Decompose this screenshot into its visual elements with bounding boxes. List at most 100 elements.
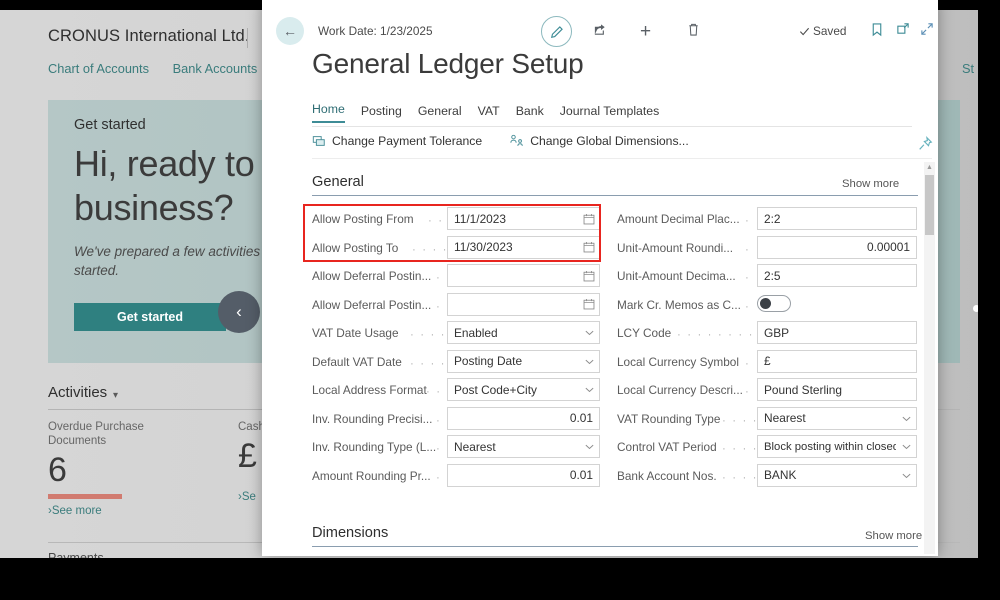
edit-pencil-icon[interactable] bbox=[541, 16, 572, 47]
get-started-button[interactable]: Get started bbox=[74, 303, 226, 331]
field-input[interactable]: 11/30/2023 bbox=[447, 236, 600, 259]
field-local-address-format[interactable]: Local Address Format · · Post Code+City bbox=[312, 377, 600, 406]
nav-link-chart-of-accounts[interactable]: Chart of Accounts bbox=[48, 61, 149, 76]
field-label: Allow Posting To bbox=[312, 241, 398, 255]
field-allow-deferral-posting-to[interactable]: Allow Deferral Postin... · bbox=[312, 292, 600, 321]
bookmark-icon[interactable] bbox=[871, 22, 883, 37]
field-amount-decimal-places[interactable]: Amount Decimal Plac... · 2:2 bbox=[617, 206, 912, 235]
field-input[interactable]: 2:2 bbox=[757, 207, 917, 230]
field-control-vat-period[interactable]: Control VAT Period · · · · Block posting… bbox=[617, 434, 912, 463]
open-in-new-window-icon[interactable] bbox=[896, 22, 910, 36]
field-local-currency-symbol[interactable]: Local Currency Symbol · £ bbox=[617, 349, 912, 378]
delete-trash-icon[interactable] bbox=[687, 22, 700, 37]
field-label: VAT Date Usage bbox=[312, 326, 399, 340]
leader-dots: · bbox=[436, 472, 441, 484]
field-inv-rounding-type-lcy[interactable]: Inv. Rounding Type (L... · Nearest bbox=[312, 434, 600, 463]
tile-see-more-label: Se bbox=[242, 491, 256, 503]
chevron-down-icon[interactable] bbox=[579, 441, 599, 452]
leader-dots: · bbox=[436, 301, 441, 313]
field-input[interactable]: 0.01 bbox=[447, 464, 600, 487]
section-rule-dimensions bbox=[312, 546, 918, 547]
section-show-more-general[interactable]: Show more bbox=[842, 178, 899, 190]
field-select[interactable]: BANK bbox=[757, 464, 917, 487]
dialog-body: ▲ General Show more Allow Posting From ·… bbox=[262, 160, 938, 556]
change-global-dimensions-button[interactable]: Change Global Dimensions... bbox=[510, 134, 689, 148]
change-payment-tolerance-button[interactable]: Change Payment Tolerance bbox=[312, 134, 482, 148]
dialog-tabs[interactable]: Home Posting General VAT Bank Journal Te… bbox=[312, 102, 659, 123]
chevron-down-icon[interactable] bbox=[896, 470, 916, 481]
section-show-more-dimensions[interactable]: Show more bbox=[865, 530, 922, 542]
new-plus-icon[interactable]: + bbox=[640, 22, 651, 41]
field-select[interactable]: Posting Date bbox=[447, 350, 600, 373]
carousel-dots[interactable] bbox=[973, 305, 978, 312]
field-input[interactable]: 2:5 bbox=[757, 264, 917, 287]
field-value: £ bbox=[758, 354, 916, 368]
field-allow-deferral-posting-from[interactable]: Allow Deferral Postin... · bbox=[312, 263, 600, 292]
field-select[interactable]: Post Code+City bbox=[447, 378, 600, 401]
field-label: Unit-Amount Roundi... bbox=[617, 241, 733, 255]
back-arrow-icon[interactable]: ← bbox=[276, 17, 304, 45]
tab-posting[interactable]: Posting bbox=[361, 104, 402, 123]
scrollbar-thumb[interactable] bbox=[925, 175, 934, 235]
field-select[interactable]: Enabled bbox=[447, 321, 600, 344]
field-input[interactable]: 0.01 bbox=[447, 407, 600, 430]
field-default-vat-date[interactable]: Default VAT Date · · · · · · Posting Dat… bbox=[312, 349, 600, 378]
tab-home[interactable]: Home bbox=[312, 102, 345, 123]
chevron-down-icon[interactable] bbox=[579, 356, 599, 367]
share-icon[interactable] bbox=[593, 22, 608, 37]
field-select[interactable]: Nearest bbox=[757, 407, 917, 430]
calendar-icon[interactable] bbox=[579, 298, 599, 310]
field-input[interactable]: 0.00001 bbox=[757, 236, 917, 259]
field-allow-posting-from[interactable]: Allow Posting From · · · · 11/1/2023 bbox=[312, 206, 600, 235]
field-toggle[interactable] bbox=[757, 295, 791, 312]
tab-journal-templates[interactable]: Journal Templates bbox=[560, 104, 660, 123]
field-inv-rounding-precision[interactable]: Inv. Rounding Precisi... · 0.01 bbox=[312, 406, 600, 435]
field-input[interactable]: 11/1/2023 bbox=[447, 207, 600, 230]
field-local-currency-description[interactable]: Local Currency Descri... · Pound Sterlin… bbox=[617, 377, 912, 406]
field-mark-cr-memos-as-corrections[interactable]: Mark Cr. Memos as C... · bbox=[617, 292, 912, 321]
chevron-down-icon[interactable] bbox=[896, 441, 916, 452]
leader-dots: · · bbox=[426, 386, 442, 398]
chevron-down-icon[interactable] bbox=[896, 413, 916, 424]
general-ledger-setup-dialog: ← Work Date: 1/23/2025 + bbox=[262, 0, 938, 556]
field-input[interactable] bbox=[447, 293, 600, 316]
chevron-down-icon[interactable] bbox=[579, 384, 599, 395]
field-input[interactable]: Pound Sterling bbox=[757, 378, 917, 401]
calendar-icon[interactable] bbox=[579, 213, 599, 225]
nav-link-bank-accounts[interactable]: Bank Accounts bbox=[173, 61, 258, 76]
chevron-down-icon[interactable]: ▾ bbox=[113, 390, 118, 401]
activity-tile-overdue-purchase-documents[interactable]: Overdue Purchase Documents 6 ›See more bbox=[48, 420, 168, 517]
field-bank-account-nos[interactable]: Bank Account Nos. · · · · BANK bbox=[617, 463, 912, 492]
tab-vat[interactable]: VAT bbox=[478, 104, 500, 123]
field-select[interactable]: Block posting within closed an bbox=[757, 435, 917, 458]
scroll-up-icon[interactable]: ▲ bbox=[924, 162, 935, 173]
carousel-dot[interactable] bbox=[973, 305, 978, 312]
dialog-action-bar[interactable]: Change Payment Tolerance Change Global D… bbox=[312, 134, 689, 148]
carousel-previous-icon[interactable]: ‹ bbox=[218, 291, 260, 333]
header-divider bbox=[247, 28, 248, 48]
vertical-scrollbar[interactable]: ▲ bbox=[924, 162, 935, 554]
calendar-icon[interactable] bbox=[579, 270, 599, 282]
field-allow-posting-to[interactable]: Allow Posting To · · · · · · 11/30/2023 bbox=[312, 235, 600, 264]
field-unit-amount-decimal-places[interactable]: Unit-Amount Decima... · 2:5 bbox=[617, 263, 912, 292]
tile-see-more-link[interactable]: ›See more bbox=[48, 505, 168, 517]
chevron-down-icon[interactable] bbox=[579, 327, 599, 338]
leader-dots: · bbox=[436, 443, 441, 455]
field-amount-rounding-precision[interactable]: Amount Rounding Pr... · 0.01 bbox=[312, 463, 600, 492]
field-unit-amount-rounding-precision[interactable]: Unit-Amount Roundi... · 0.00001 bbox=[617, 235, 912, 264]
field-lcy-code[interactable]: LCY Code · · · · · · · · · · · · GBP bbox=[617, 320, 912, 349]
field-input[interactable] bbox=[447, 264, 600, 287]
leader-dots: · bbox=[745, 215, 750, 227]
field-vat-date-usage[interactable]: VAT Date Usage · · · · · · Enabled bbox=[312, 320, 600, 349]
calendar-icon[interactable] bbox=[579, 241, 599, 253]
field-input[interactable]: GBP bbox=[757, 321, 917, 344]
pin-icon[interactable] bbox=[918, 136, 933, 156]
field-select[interactable]: Nearest bbox=[447, 435, 600, 458]
field-input[interactable]: £ bbox=[757, 350, 917, 373]
tab-general[interactable]: General bbox=[418, 104, 462, 123]
field-vat-rounding-type[interactable]: VAT Rounding Type · · · · Nearest bbox=[617, 406, 912, 435]
toggle-knob bbox=[760, 298, 771, 309]
expand-fullscreen-icon[interactable] bbox=[920, 22, 934, 36]
nav-link-right-partial[interactable]: St bbox=[962, 61, 974, 76]
tab-bank[interactable]: Bank bbox=[516, 104, 544, 123]
